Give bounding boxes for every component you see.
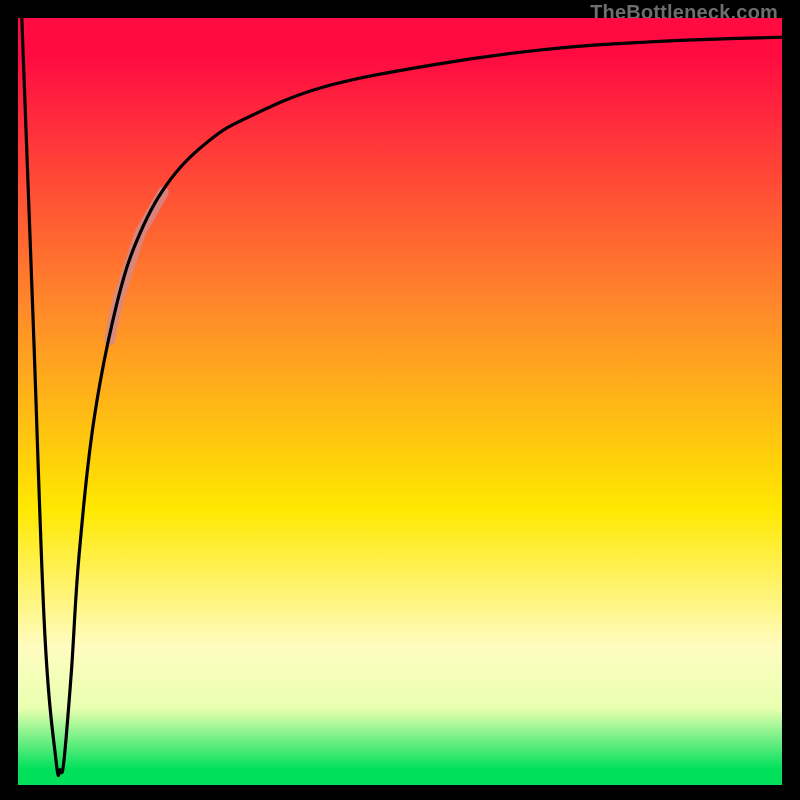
plot-area [18, 18, 782, 785]
chart-frame: TheBottleneck.com [0, 0, 800, 800]
bottleneck-curve [22, 18, 782, 775]
highlight-segment [110, 193, 164, 341]
curve-svg [18, 18, 782, 785]
